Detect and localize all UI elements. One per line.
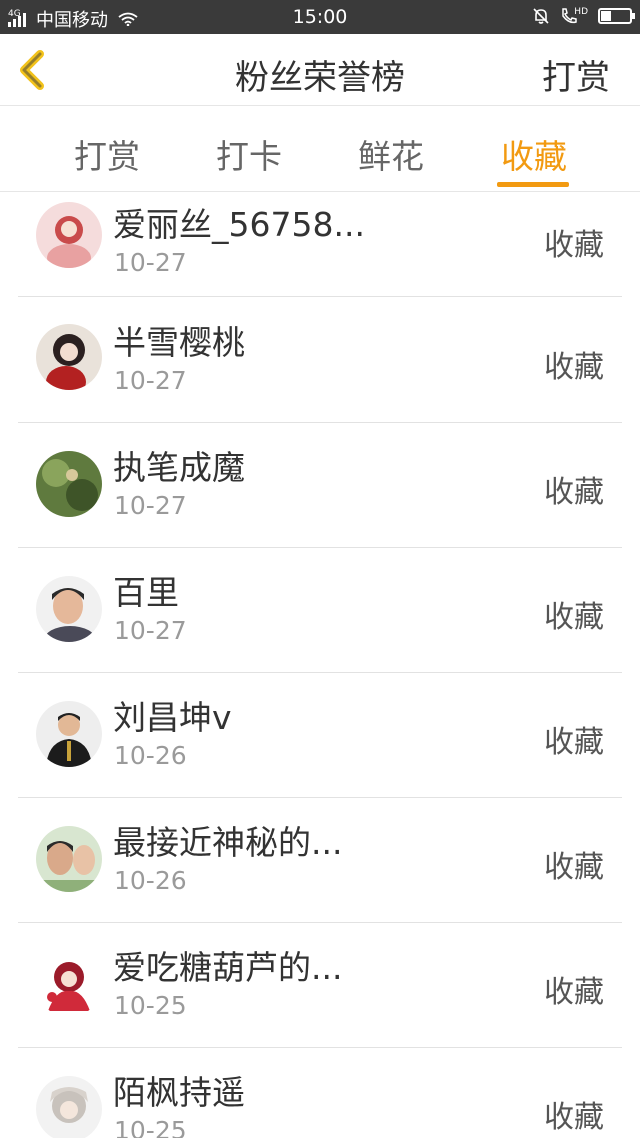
avatar: [36, 701, 102, 767]
item-action: 收藏: [544, 850, 604, 885]
user-name: 爱吃糖葫芦的...: [113, 948, 343, 987]
list-item[interactable]: 陌枫持遥 10-25 收藏: [18, 1048, 622, 1138]
header: 粉丝荣誉榜 打赏: [0, 34, 640, 106]
item-action: 收藏: [544, 1100, 604, 1135]
item-date: 10-27: [114, 616, 187, 645]
user-name: 陌枫持遥: [113, 1073, 245, 1112]
user-name: 执笔成魔: [113, 448, 245, 487]
hd-label: HD: [574, 7, 588, 17]
list-item[interactable]: 刘昌坤v 10-26 收藏: [18, 673, 622, 798]
tab-checkin[interactable]: 打卡: [204, 130, 294, 178]
user-name: 半雪樱桃: [113, 323, 245, 362]
reward-button[interactable]: 打赏: [542, 50, 610, 99]
status-right: HD: [532, 7, 635, 25]
user-name: 爱丽丝_56758...: [113, 205, 365, 244]
battery-level: [601, 11, 611, 21]
item-date: 10-26: [114, 741, 187, 770]
avatar: [36, 1076, 102, 1138]
avatar: [36, 324, 102, 390]
tab-flowers[interactable]: 鲜花: [346, 130, 436, 178]
user-name: 最接近神秘的...: [113, 823, 343, 862]
list-item[interactable]: 百里 10-27 收藏: [18, 548, 622, 673]
item-action: 收藏: [544, 975, 604, 1010]
list-item[interactable]: 执笔成魔 10-27 收藏: [18, 423, 622, 548]
avatar: [36, 951, 102, 1017]
user-name: 百里: [113, 573, 179, 612]
avatar: [36, 826, 102, 892]
mute-bell-icon: [533, 8, 549, 24]
fan-list: 爱丽丝_56758... 10-27 收藏 半雪樱桃 10-27 收藏 执笔成魔…: [0, 192, 640, 1138]
item-date: 10-27: [114, 366, 187, 395]
avatar: [36, 451, 102, 517]
avatar: [36, 576, 102, 642]
list-item[interactable]: 最接近神秘的... 10-26 收藏: [18, 798, 622, 923]
list-item[interactable]: 爱丽丝_56758... 10-27 收藏: [18, 192, 622, 297]
item-action: 收藏: [544, 600, 604, 635]
avatar: [36, 202, 102, 268]
item-action: 收藏: [544, 350, 604, 385]
item-date: 10-27: [114, 248, 187, 277]
item-date: 10-27: [114, 491, 187, 520]
tab-reward[interactable]: 打赏: [62, 130, 152, 178]
status-bar: 4G 中国移动 15:00 HD: [0, 0, 640, 34]
item-action: 收藏: [544, 725, 604, 760]
tab-bar: 打赏 打卡 鲜花 收藏: [0, 106, 640, 192]
tab-favorites[interactable]: 收藏: [489, 130, 579, 178]
item-date: 10-25: [114, 1116, 187, 1138]
item-action: 收藏: [544, 475, 604, 510]
user-name: 刘昌坤v: [113, 698, 232, 737]
list-item[interactable]: 半雪樱桃 10-27 收藏: [18, 298, 622, 423]
item-date: 10-26: [114, 866, 187, 895]
item-date: 10-25: [114, 991, 187, 1020]
item-action: 收藏: [544, 228, 604, 263]
battery-icon: [598, 8, 635, 24]
list-item[interactable]: 爱吃糖葫芦的... 10-25 收藏: [18, 923, 622, 1048]
active-tab-indicator: [497, 182, 569, 187]
